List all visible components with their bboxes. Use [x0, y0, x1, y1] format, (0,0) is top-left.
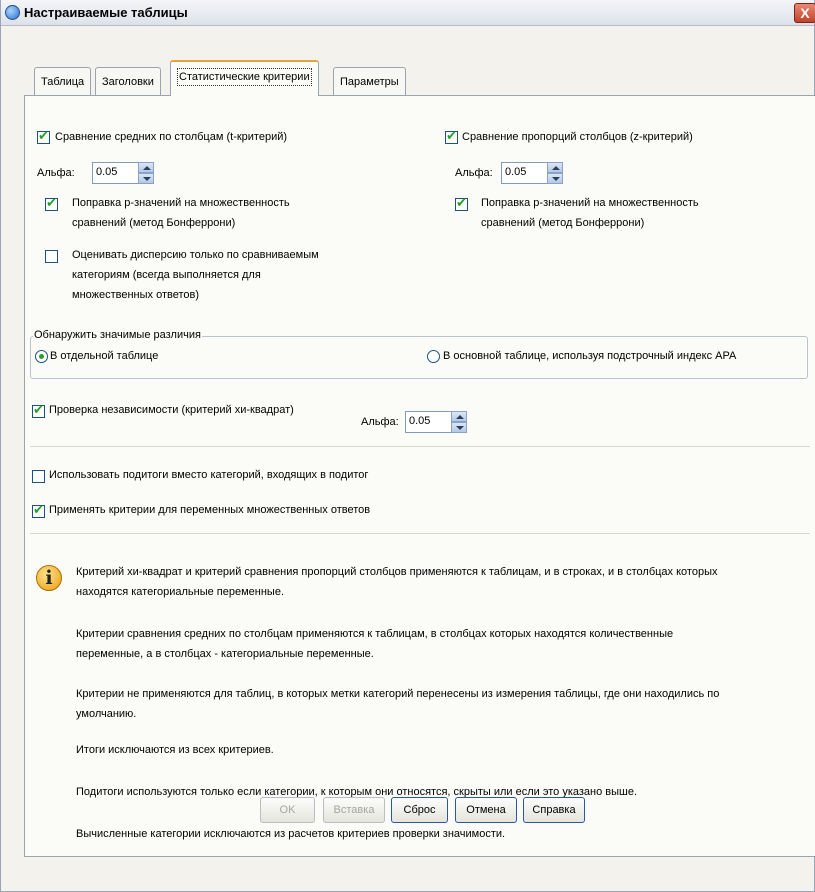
means-bonferroni-label-2: сравнений (метод Бонферрони) [72, 217, 236, 229]
chisq-alpha-spinner[interactable]: 0.05 [405, 411, 467, 433]
tab-titles-label: Заголовки [102, 76, 154, 88]
subtotals-label: Использовать подитоги вместо категорий, … [49, 469, 369, 481]
note-6: Вычисленные категории исключаются из рас… [76, 828, 506, 840]
dialog-window: Настраиваемые таблицы X Таблица Заголовк… [0, 0, 815, 892]
tab-panel: Сравнение средних по столбцам (t-критери… [24, 95, 815, 857]
window-title: Настраиваемые таблицы [24, 5, 188, 20]
cancel-button[interactable]: Отмена [455, 797, 517, 823]
props-alpha-input[interactable]: 0.05 [501, 162, 548, 184]
identify-differences-group: Обнаружить значимые различия В отдельной… [30, 329, 808, 379]
multiresp-checkbox[interactable] [32, 503, 45, 518]
props-bonferroni-label-2: сравнений (метод Бонферрони) [481, 217, 645, 229]
app-icon [5, 5, 20, 20]
tab-table[interactable]: Таблица [34, 67, 92, 96]
props-bonferroni-checkbox[interactable] [455, 196, 468, 211]
close-button[interactable]: X [794, 3, 815, 23]
note-2-line-1: Критерии сравнения средних по столбцам п… [76, 628, 674, 640]
chisq-label: Проверка независимости (критерий хи-квад… [49, 404, 294, 416]
tab-table-label: Таблица [41, 76, 85, 88]
variance-checkbox[interactable] [45, 250, 58, 263]
variance-label-2: категориям (всегда выполняется для [72, 269, 261, 281]
props-test-checkbox[interactable] [445, 129, 458, 144]
note-1-line-2: находятся категориальные переменные. [76, 586, 285, 598]
note-2-line-2: переменные, а в столбцах - категориальны… [76, 648, 374, 660]
chisq-alpha-label: Альфа: [361, 416, 399, 428]
tab-statistics[interactable]: Статистические критерии [170, 60, 319, 96]
divider [30, 446, 810, 447]
tab-titles[interactable]: Заголовки [95, 67, 161, 96]
multiresp-label: Применять критерии для переменных множес… [49, 504, 371, 516]
chisq-alpha-down-icon[interactable] [451, 422, 467, 433]
tab-options-label: Параметры [340, 76, 399, 88]
means-test-checkbox[interactable] [37, 129, 50, 144]
reset-button[interactable]: Сброс [391, 797, 448, 823]
subtotals-checkbox[interactable] [32, 470, 45, 483]
variance-label-3: множественных ответов) [72, 289, 200, 301]
means-bonferroni-label-1: Поправка p-значений на множественность [72, 197, 290, 209]
separate-table-label: В отдельной таблице [50, 350, 159, 362]
main-table-apa-radio[interactable] [427, 350, 440, 363]
props-alpha-up-icon[interactable] [547, 162, 563, 173]
props-alpha-spinner[interactable]: 0.05 [501, 162, 563, 184]
identify-differences-legend: Обнаружить значимые различия [33, 329, 202, 341]
variance-label-1: Оценивать дисперсию только по сравниваем… [72, 249, 319, 261]
means-alpha-label: Альфа: [37, 167, 75, 179]
ok-button[interactable]: OK [260, 797, 315, 823]
props-test-label: Сравнение пропорций столбцов (z-критерий… [462, 131, 693, 143]
props-alpha-label: Альфа: [455, 167, 493, 179]
tab-options[interactable]: Параметры [333, 67, 406, 96]
title-bar: Настраиваемые таблицы X [1, 0, 815, 26]
means-alpha-down-icon[interactable] [138, 173, 154, 184]
chisq-alpha-up-icon[interactable] [451, 411, 467, 422]
means-alpha-up-icon[interactable] [138, 162, 154, 173]
chisq-checkbox[interactable] [32, 403, 45, 418]
note-3-line-1: Критерии не применяются для таблиц, в ко… [76, 688, 720, 700]
divider [30, 533, 810, 534]
means-alpha-spinner[interactable]: 0.05 [92, 162, 154, 184]
note-1-line-1: Критерий хи-квадрат и критерий сравнения… [76, 566, 718, 578]
paste-button[interactable]: Вставка [323, 797, 385, 823]
note-4: Итоги исключаются из всех критериев. [76, 744, 274, 756]
means-test-label: Сравнение средних по столбцам (t-критери… [55, 131, 288, 143]
help-button[interactable]: Справка [523, 797, 585, 823]
note-3-line-2: умолчанию. [76, 708, 137, 720]
props-alpha-down-icon[interactable] [547, 173, 563, 184]
chisq-alpha-input[interactable]: 0.05 [405, 411, 452, 433]
props-bonferroni-label-1: Поправка p-значений на множественность [481, 197, 699, 209]
means-alpha-input[interactable]: 0.05 [92, 162, 139, 184]
separate-table-radio[interactable] [35, 350, 48, 363]
tab-statistics-label: Статистические критерии [177, 68, 312, 86]
main-table-apa-label: В основной таблице, используя подстрочны… [443, 350, 737, 362]
info-icon: i [36, 565, 62, 593]
means-bonferroni-checkbox[interactable] [45, 196, 58, 211]
